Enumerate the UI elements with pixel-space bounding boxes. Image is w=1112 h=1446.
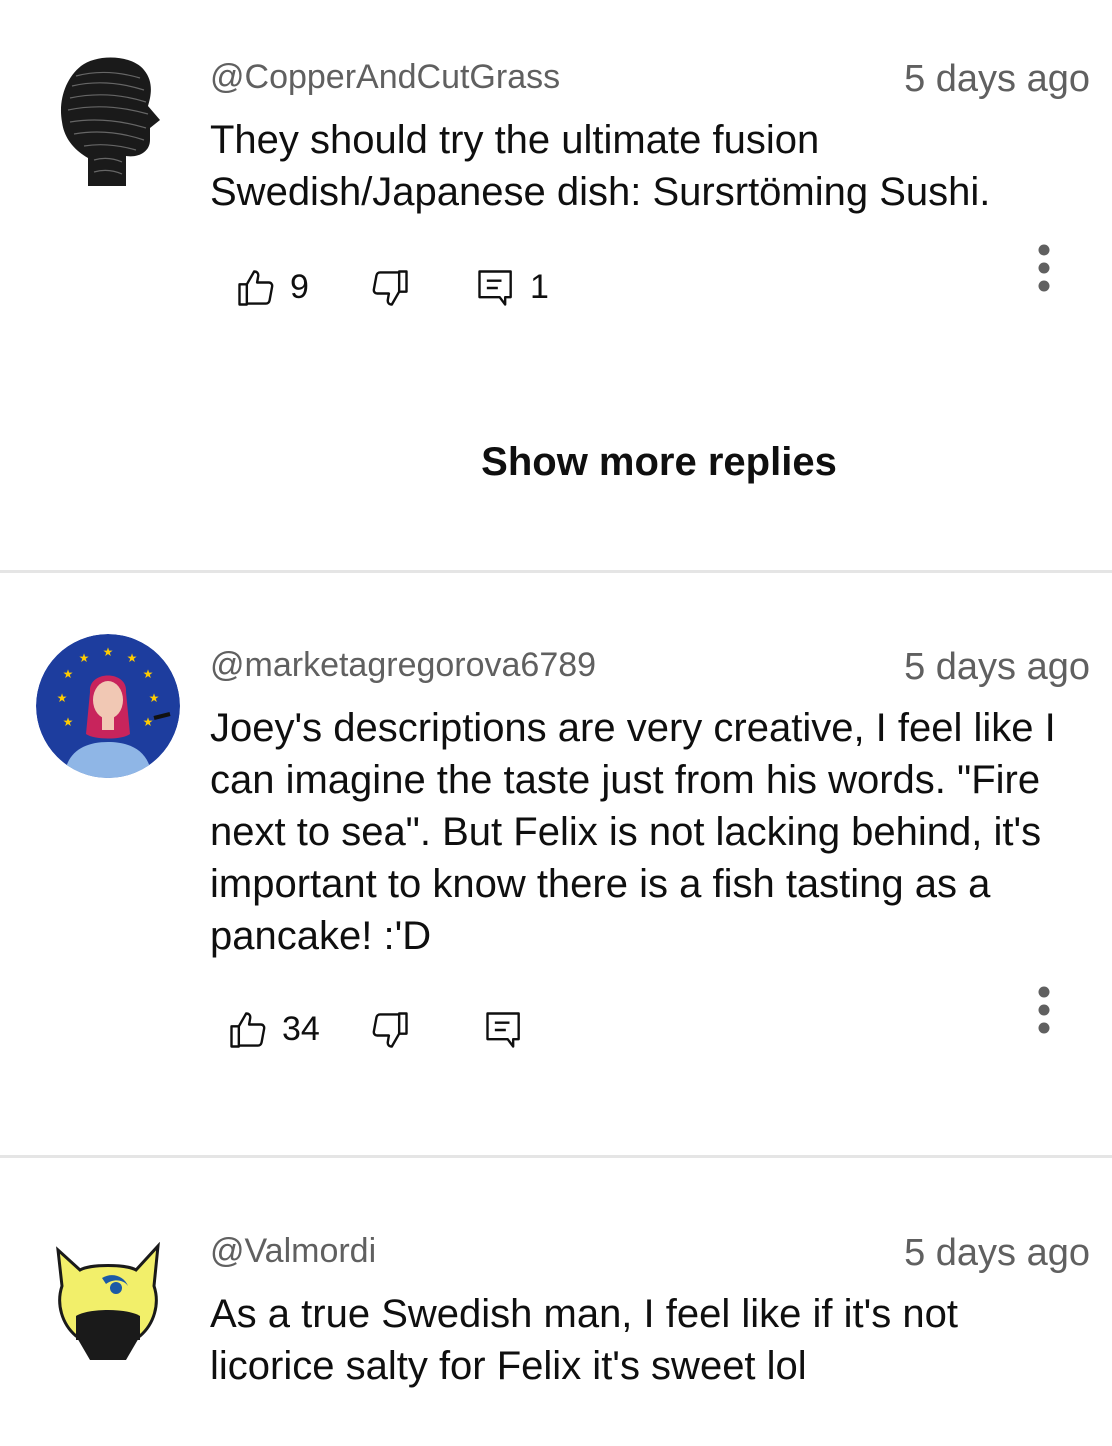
reply-count: 1 (530, 268, 549, 306)
comment-author[interactable]: @marketagregorova6789 (210, 646, 596, 685)
comment-actions: 34 (0, 986, 1112, 1060)
svg-text:★: ★ (149, 691, 160, 705)
svg-text:★: ★ (63, 715, 74, 729)
svg-text:★: ★ (63, 667, 74, 681)
yellow-cat-helmet-avatar-icon (36, 1220, 180, 1364)
comment-text: Joey's descriptions are very creative, I… (210, 706, 1056, 958)
svg-text:★: ★ (127, 651, 138, 665)
svg-text:★: ★ (103, 645, 114, 659)
reply-icon[interactable] (482, 1008, 526, 1052)
comment-author[interactable]: @Valmordi (210, 1232, 376, 1271)
thumbs-up-icon[interactable] (226, 1008, 270, 1052)
comment-text: They should try the ultimate fusion Swed… (210, 118, 991, 214)
comment-timestamp: 5 days ago (904, 646, 1090, 688)
svg-text:★: ★ (57, 691, 68, 705)
like-count: 34 (282, 1010, 320, 1048)
comment-timestamp: 5 days ago (904, 1232, 1090, 1274)
more-vert-icon[interactable] (1024, 238, 1064, 338)
reply-icon[interactable] (474, 266, 518, 310)
eu-flag-portrait-avatar-icon: ★ ★ ★ ★ ★ ★ ★ ★ ★ (36, 634, 180, 778)
comment-text: As a true Swedish man, I feel like if it… (210, 1292, 958, 1388)
svg-text:★: ★ (143, 667, 154, 681)
thumbs-down-icon[interactable] (368, 1008, 412, 1052)
thumbs-up-icon[interactable] (234, 266, 278, 310)
comment-timestamp: 5 days ago (904, 58, 1090, 100)
divider (0, 570, 1112, 573)
swirl-silhouette-avatar-icon (36, 46, 180, 190)
avatar[interactable]: ★ ★ ★ ★ ★ ★ ★ ★ ★ (36, 634, 180, 778)
avatar[interactable] (36, 1220, 180, 1364)
avatar[interactable] (36, 46, 180, 190)
svg-text:★: ★ (79, 651, 90, 665)
svg-text:★: ★ (143, 715, 154, 729)
comment-author[interactable]: @CopperAndCutGrass (210, 58, 560, 97)
comment-actions: 9 1 (0, 244, 1112, 318)
divider (0, 1155, 1112, 1158)
more-vert-icon[interactable] (1024, 980, 1064, 1080)
thumbs-down-icon[interactable] (368, 266, 412, 310)
show-more-replies-button[interactable]: Show more replies (0, 440, 1112, 496)
like-count: 9 (290, 268, 309, 306)
